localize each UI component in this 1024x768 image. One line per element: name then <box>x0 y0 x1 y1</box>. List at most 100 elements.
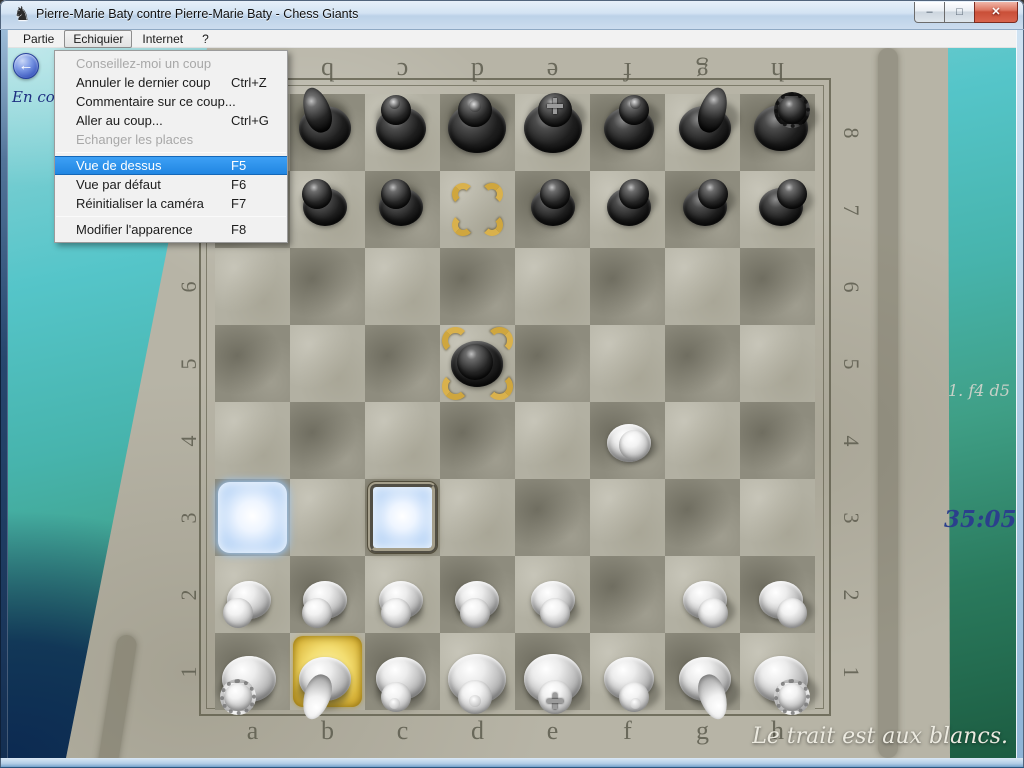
move-list: 1. f4 d5 <box>948 381 1010 400</box>
square-h5[interactable] <box>740 325 815 402</box>
pawn-head <box>619 430 649 460</box>
back-button[interactable]: ← <box>13 53 39 79</box>
pawn-head <box>777 598 807 628</box>
piece-white-queen-d1[interactable] <box>440 633 515 710</box>
menu-item-label: Conseillez-moi un coup <box>76 56 211 71</box>
piece-black-knight-b8[interactable] <box>290 94 365 171</box>
move-target-a3[interactable] <box>218 482 287 553</box>
square-b6[interactable] <box>290 248 365 325</box>
menu-separator <box>56 152 286 153</box>
piece-black-pawn-d5[interactable] <box>440 325 515 402</box>
piece-white-bishop-c1[interactable] <box>365 633 440 710</box>
square-d4[interactable] <box>440 402 515 479</box>
square-e4[interactable] <box>515 402 590 479</box>
menu-item-vue-de-dessus[interactable]: Vue de dessusF5 <box>55 156 287 175</box>
square-f5[interactable] <box>590 325 665 402</box>
queen-crown <box>469 695 481 707</box>
square-h3[interactable] <box>740 479 815 556</box>
piece-black-pawn-e7[interactable] <box>515 171 590 248</box>
square-d7[interactable] <box>440 171 515 248</box>
menu-item-modifier-l-apparence[interactable]: Modifier l'apparenceF8 <box>55 220 287 239</box>
piece-black-pawn-f7[interactable] <box>590 171 665 248</box>
piece-white-pawn-h2[interactable] <box>740 556 815 633</box>
rank-label-left-1: 1 <box>176 659 202 685</box>
file-label-top-e: e <box>515 56 590 86</box>
pawn-head <box>619 179 649 209</box>
piece-white-rook-h1[interactable] <box>740 633 815 710</box>
menubar-item-?[interactable]: ? <box>193 30 218 48</box>
piece-black-pawn-b7[interactable] <box>290 171 365 248</box>
menu-item-label: Modifier l'apparence <box>76 222 193 237</box>
piece-black-king-e8[interactable] <box>515 94 590 171</box>
square-e6[interactable] <box>515 248 590 325</box>
square-c5[interactable] <box>365 325 440 402</box>
piece-black-bishop-c8[interactable] <box>365 94 440 171</box>
menu-item-aller-au-coup[interactable]: Aller au coup...Ctrl+G <box>55 111 287 130</box>
piece-white-bishop-f1[interactable] <box>590 633 665 710</box>
piece-white-pawn-e2[interactable] <box>515 556 590 633</box>
square-c6[interactable] <box>365 248 440 325</box>
menu-item-shortcut: Ctrl+Z <box>231 73 267 92</box>
square-e3[interactable] <box>515 479 590 556</box>
piece-black-rook-h8[interactable] <box>740 94 815 171</box>
menubar-item-partie[interactable]: Partie <box>14 30 63 48</box>
maximize-button[interactable]: □ <box>944 2 975 23</box>
square-b4[interactable] <box>290 402 365 479</box>
square-a4[interactable] <box>215 402 290 479</box>
menu-item-annuler-le-dernier-coup[interactable]: Annuler le dernier coup Ctrl+Z <box>55 73 287 92</box>
window-title: Pierre-Marie Baty contre Pierre-Marie Ba… <box>36 7 358 21</box>
menubar-item-internet[interactable]: Internet <box>133 30 192 48</box>
square-a5[interactable] <box>215 325 290 402</box>
menu-item-label: Commentaire sur ce coup... <box>76 94 236 109</box>
menubar-item-echiquier[interactable]: Echiquier <box>64 30 132 48</box>
square-d6[interactable] <box>440 248 515 325</box>
square-b5[interactable] <box>290 325 365 402</box>
square-a6[interactable] <box>215 248 290 325</box>
piece-white-pawn-a2[interactable] <box>215 556 290 633</box>
square-b3[interactable] <box>290 479 365 556</box>
square-d3[interactable] <box>440 479 515 556</box>
square-f2[interactable] <box>590 556 665 633</box>
piece-black-pawn-h7[interactable] <box>740 171 815 248</box>
pawn-head <box>381 598 411 628</box>
piece-black-knight-g8[interactable] <box>665 94 740 171</box>
title-bar[interactable]: ♞ Pierre-Marie Baty contre Pierre-Marie … <box>0 0 1024 30</box>
square-h6[interactable] <box>740 248 815 325</box>
square-g5[interactable] <box>665 325 740 402</box>
menu-item-label: Annuler le dernier coup <box>76 75 210 90</box>
square-e5[interactable] <box>515 325 590 402</box>
minimize-button[interactable]: – <box>914 2 945 23</box>
piece-white-rook-a1[interactable] <box>215 633 290 710</box>
piece-white-knight-g1[interactable] <box>665 633 740 710</box>
rank-label-left-3: 3 <box>176 505 202 531</box>
pawn-head <box>223 598 253 628</box>
file-label-bottom-b: b <box>290 716 365 746</box>
menu-item-vue-par-d-faut[interactable]: Vue par défautF6 <box>55 175 287 194</box>
menu-item-shortcut: Ctrl+G <box>231 111 269 130</box>
piece-white-knight-b1[interactable] <box>290 633 365 710</box>
piece-black-pawn-g7[interactable] <box>665 171 740 248</box>
square-g3[interactable] <box>665 479 740 556</box>
piece-black-bishop-f8[interactable] <box>590 94 665 171</box>
close-button[interactable]: ✕ <box>974 2 1018 23</box>
square-f3[interactable] <box>590 479 665 556</box>
square-g4[interactable] <box>665 402 740 479</box>
app-knight-icon: ♞ <box>11 4 33 26</box>
piece-white-pawn-f4[interactable] <box>590 402 665 479</box>
piece-black-queen-d8[interactable] <box>440 94 515 171</box>
piece-white-pawn-g2[interactable] <box>665 556 740 633</box>
piece-white-king-e1[interactable] <box>515 633 590 710</box>
square-g6[interactable] <box>665 248 740 325</box>
piece-white-pawn-d2[interactable] <box>440 556 515 633</box>
piece-white-pawn-b2[interactable] <box>290 556 365 633</box>
bishop-tip <box>389 98 400 109</box>
square-h4[interactable] <box>740 402 815 479</box>
piece-white-pawn-c2[interactable] <box>365 556 440 633</box>
square-c4[interactable] <box>365 402 440 479</box>
square-f6[interactable] <box>590 248 665 325</box>
menu-item-commentaire-sur-ce-coup[interactable]: Commentaire sur ce coup... <box>55 92 287 111</box>
queen-crown <box>469 100 481 112</box>
move-target-framed-c3[interactable] <box>368 482 437 553</box>
piece-black-pawn-c7[interactable] <box>365 171 440 248</box>
menu-item-r-initialiser-la-cam-ra[interactable]: Réinitialiser la caméraF7 <box>55 194 287 213</box>
